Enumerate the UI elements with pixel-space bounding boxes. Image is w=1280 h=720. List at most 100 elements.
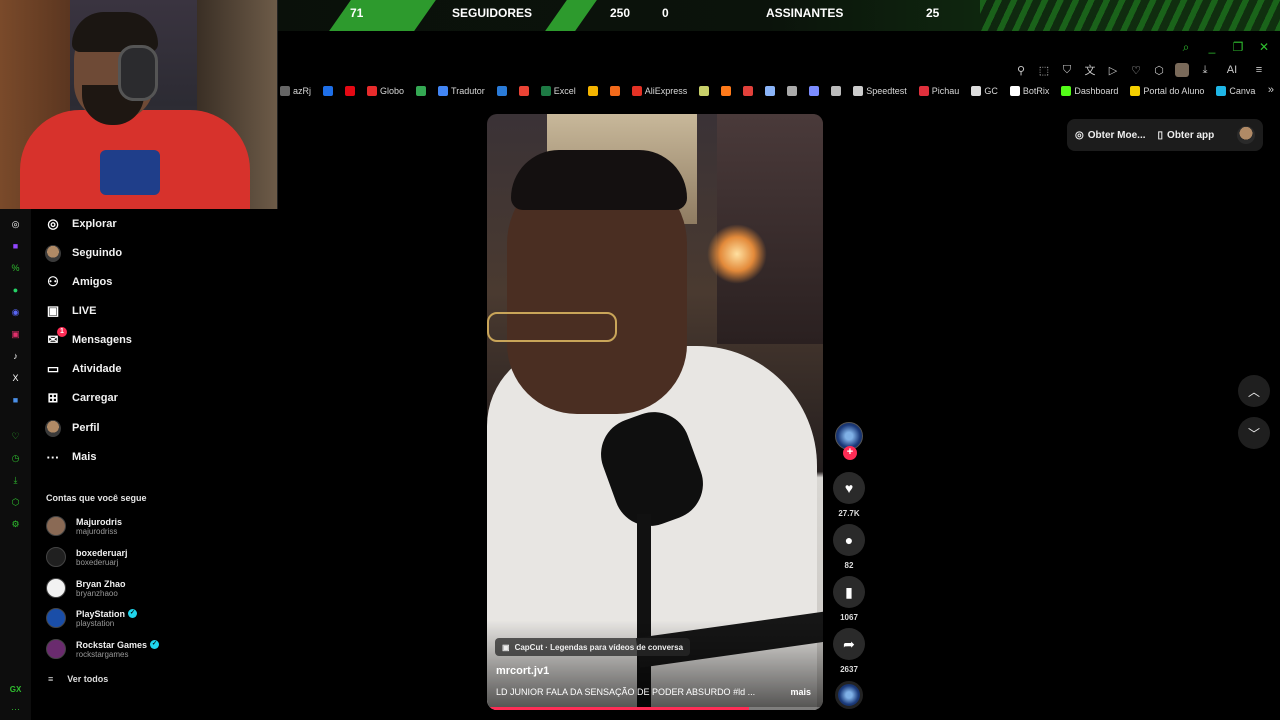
heart-icon[interactable]: ♡ [1129,64,1143,77]
nav-amigos[interactable]: ⚇ Amigos [45,274,112,290]
bookmark-item[interactable] [587,86,598,96]
bookmark-item[interactable]: Portal do Aluno [1130,86,1204,96]
percent-icon[interactable]: % [9,261,23,275]
bookmark-item[interactable]: AliExpress [631,86,687,96]
opera-gx-label[interactable]: GX [10,685,22,694]
video-person-glasses [487,312,617,342]
verified-icon: ✓ [150,640,160,649]
bookmark-item[interactable]: Globo [367,86,404,96]
get-app-button[interactable]: ▯ Obter app [1158,130,1215,141]
like-button[interactable]: ♥ [833,472,865,504]
follow-plus-button[interactable]: + [843,446,857,460]
globo-icon [367,86,378,96]
subscribers-left-value: 0 [662,6,669,20]
bookmark-item[interactable] [743,86,754,96]
instagram-icon[interactable]: ▣ [9,327,23,341]
following-account[interactable]: PlayStation ✓ playstation [46,608,138,628]
bookmark-item[interactable] [609,86,620,96]
restore-icon[interactable]: ❐ [1230,40,1246,55]
app-icon[interactable]: ■ [9,393,23,407]
bookmark-label: Speedtest [866,86,907,96]
get-coins-button[interactable]: ◎ Obter Moe... [1075,130,1146,141]
history-icon[interactable]: ◷ [9,451,23,465]
next-video-button[interactable]: ﹀ [1238,417,1270,449]
music-disc[interactable] [835,681,863,709]
heart-icon[interactable]: ♡ [9,429,23,443]
bookmark-item[interactable] [345,86,356,96]
bookmarks-bar: azRj Globo Tradutor Excel AliExpress Speedtes… [278,83,1280,99]
nav-live[interactable]: ▣ LIVE [45,303,97,319]
search-icon[interactable]: ⌕ [1178,40,1194,55]
following-account[interactable]: Bryan Zhao bryanzhaoo [46,578,126,598]
bookmark-item[interactable]: Tradutor [438,86,485,96]
bookmark-item[interactable]: Pichau [918,86,959,96]
account-name: Rockstar Games [76,639,148,650]
bookmark-item[interactable]: Excel [540,86,576,96]
nav-mensagens[interactable]: ✉ 1 Mensagens [45,327,132,348]
bookmark-item[interactable] [323,86,334,96]
share-button[interactable]: ➦ [833,628,865,660]
bookmark-item[interactable] [699,86,710,96]
download-icon[interactable]: ⤓ [1198,64,1212,77]
profile-avatar-icon[interactable] [1175,63,1189,77]
download-icon[interactable]: ⤓ [9,473,23,487]
bookmark-item[interactable] [831,86,842,96]
comment-button[interactable]: ● [833,524,865,556]
following-account[interactable]: Majurodris majurodriss [46,516,122,536]
nav-carregar[interactable]: ⊞ Carregar [45,390,118,406]
bookmark-item[interactable]: Canva [1216,86,1255,96]
bookmarks-overflow-icon[interactable]: » [1268,84,1274,96]
following-account[interactable]: boxederuarj boxederuarj [46,547,128,567]
bookmark-item[interactable] [496,86,507,96]
close-icon[interactable]: ✕ [1256,40,1272,55]
menu-icon[interactable]: ≡ [1252,64,1266,76]
tiktok-icon[interactable]: ♪ [9,349,23,363]
user-avatar[interactable] [1237,126,1255,144]
shield-icon[interactable]: ⛉ [1060,64,1074,77]
bookmark-item[interactable] [416,86,427,96]
bookmark-item[interactable]: BotRix [1009,86,1049,96]
settings-icon[interactable]: ⚙ [9,517,23,531]
bookmark-item[interactable]: GC [971,86,998,96]
nav-label: Seguindo [72,247,123,259]
screenshot-icon[interactable]: ⬚ [1037,64,1051,77]
bookmark-item[interactable] [518,86,529,96]
caption-more-button[interactable]: mais [790,687,811,697]
bookmark-item[interactable] [721,86,732,96]
capcut-anchor[interactable]: ▣ CapCut · Legendas para vídeos de conve… [495,638,691,656]
ai-button[interactable]: AI [1221,64,1243,76]
rail-more-icon[interactable]: ··· [11,704,20,714]
save-button[interactable]: ▮ [833,576,865,608]
play-icon[interactable]: ▷ [1106,64,1120,77]
nav-mais[interactable]: ··· Mais [45,449,97,465]
minimize-icon[interactable]: _ [1204,40,1220,55]
bookmark-item[interactable] [765,86,776,96]
x-icon[interactable]: X [9,371,23,385]
puzzle-icon[interactable]: ⬡ [9,495,23,509]
extensions-icon[interactable]: ⬡ [1152,64,1166,77]
bookmark-item[interactable]: Dashboard [1061,86,1118,96]
video-author[interactable]: mrcort.jv1 [496,665,549,677]
nav-atividade[interactable]: ▭ Atividade [45,361,122,377]
chatgpt-icon[interactable]: ◎ [9,217,23,231]
video-bg-lamp [707,224,767,284]
translate-icon[interactable]: 文 [1083,62,1097,78]
discord-icon[interactable]: ◉ [9,305,23,319]
bookmark-item[interactable] [809,86,820,96]
nav-explorar[interactable]: ◎ Explorar [45,216,116,232]
like-count: 27.7K [838,509,860,518]
bookmark-item[interactable] [787,86,798,96]
video-progress-bar[interactable] [487,707,823,710]
nav-perfil[interactable]: Perfil [45,419,100,437]
twitch-icon[interactable]: ■ [9,239,23,253]
bookmark-item[interactable]: azRj [280,86,311,96]
bookmark-label: Canva [1229,86,1256,96]
video-player[interactable]: ▣ CapCut · Legendas para vídeos de conve… [487,114,823,710]
bookmark-item[interactable]: Speedtest [853,86,907,96]
following-account[interactable]: Rockstar Games ✓ rockstargames [46,639,160,659]
see-all-link[interactable]: ≡ Ver todos [48,674,108,684]
previous-video-button[interactable]: ︿ [1238,375,1270,407]
nav-seguindo[interactable]: Seguindo [45,244,123,262]
whatsapp-icon[interactable]: ● [9,283,23,297]
pin-icon[interactable]: ⚲ [1014,64,1028,77]
